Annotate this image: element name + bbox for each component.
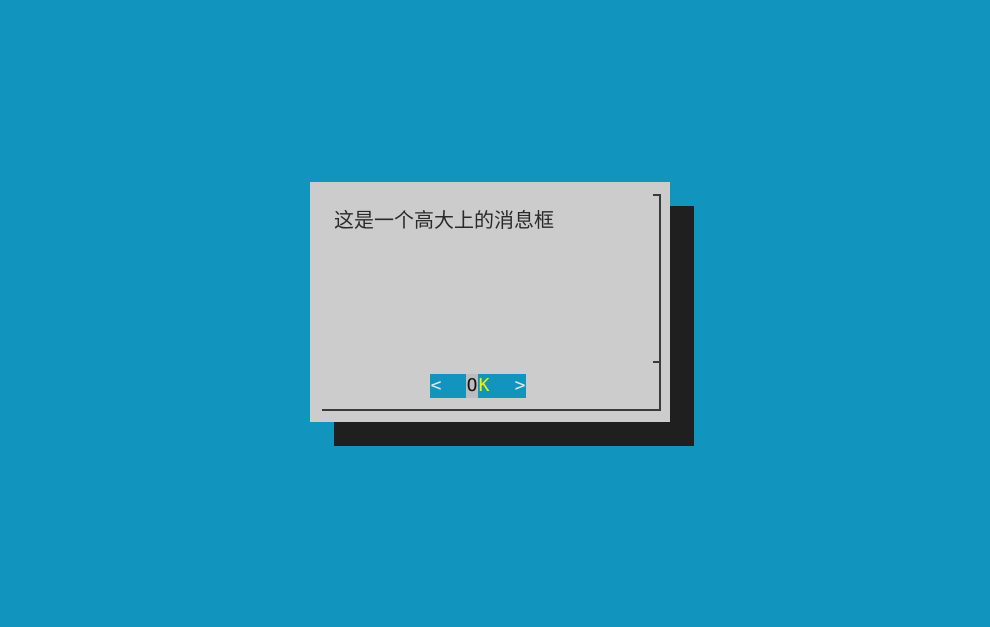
ok-button-right-bracket: > bbox=[514, 375, 526, 396]
ok-button-left-bracket: < bbox=[430, 375, 442, 396]
dialog-border-right bbox=[659, 194, 661, 411]
dialog-border-bottom bbox=[322, 409, 661, 411]
dialog-message: 这是一个高大上的消息框 bbox=[334, 208, 554, 232]
dialog-border-divider bbox=[653, 361, 661, 363]
ok-button-hotkey: O bbox=[466, 374, 478, 398]
ok-button-label-rest: K bbox=[478, 375, 490, 396]
ok-button[interactable]: < O K > bbox=[430, 374, 526, 398]
message-box-dialog: 这是一个高大上的消息框 < O K > bbox=[310, 182, 670, 422]
terminal-screen: 这是一个高大上的消息框 < O K > bbox=[0, 0, 990, 627]
